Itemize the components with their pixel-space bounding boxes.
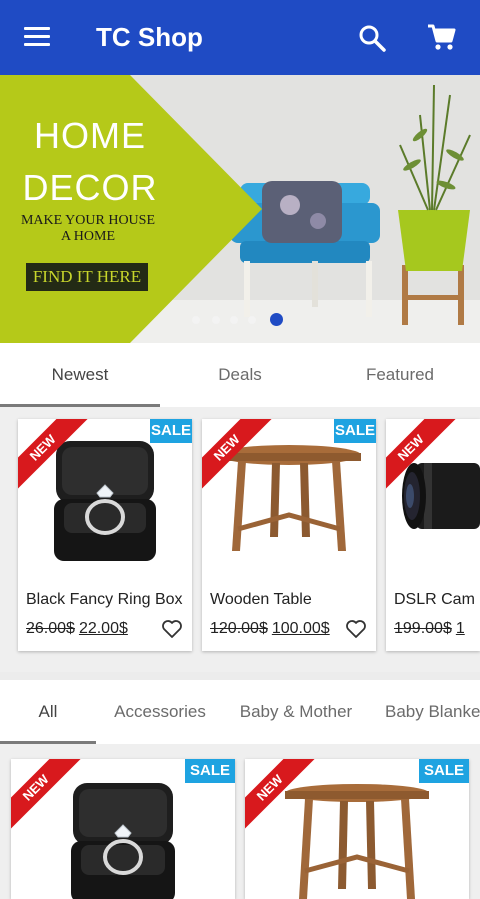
old-price: 26.00$ [26,620,75,637]
carousel-dot[interactable] [230,316,238,324]
active-tab-indicator [0,741,96,744]
carousel-dot[interactable] [192,316,200,324]
banner-subtitle: MAKE YOUR HOUSE A HOME [18,213,158,245]
product-price: 26.00$ 22.00$ [26,620,128,638]
sale-badge: SALE [419,759,469,783]
new-price: 1 [455,620,465,637]
sale-badge: SALE [185,759,235,783]
tab-accessories[interactable]: Accessories [96,680,224,744]
menu-icon[interactable] [24,26,50,48]
active-tab-indicator [0,404,160,407]
promo-banner[interactable]: HOME DECOR MAKE YOUR HOUSE A HOME FIND I… [0,75,480,343]
old-price: 120.00$ [210,620,268,637]
carousel-dot[interactable] [248,316,256,324]
heart-icon[interactable] [344,617,368,641]
product-price: 199.00$ 1 [394,620,465,638]
tab-deals[interactable]: Deals [160,343,320,407]
tab-newest[interactable]: Newest [0,343,160,407]
find-it-here-button[interactable]: FIND IT HERE [26,263,148,291]
heart-icon[interactable] [160,617,184,641]
tab-baby-mother[interactable]: Baby & Mother [224,680,368,744]
carousel-dot-active[interactable] [270,313,283,326]
sale-badge: SALE [334,419,376,443]
new-price: 100.00$ [271,620,330,637]
cart-icon[interactable] [426,22,456,52]
app-bar: TC Shop [0,0,480,75]
banner-headline-line1: HOME [34,115,146,156]
product-price: 120.00$ 100.00$ [210,620,330,638]
search-icon[interactable] [358,24,386,52]
product-card[interactable]: NEW SALE Wooden Table 120.00$ 100.00$ [202,419,376,651]
section-divider [0,672,480,680]
product-card[interactable]: NEW SALE [11,759,235,899]
old-price: 199.00$ [394,620,452,637]
category-tabs: All Accessories Baby & Mother Baby Blank… [0,680,480,744]
banner-subtitle-line2: A HOME [60,229,116,244]
product-name: Black Fancy Ring Box [26,591,183,608]
banner-headline-line2: DECOR [22,167,158,208]
tab-featured[interactable]: Featured [320,343,480,407]
tab-all[interactable]: All [0,680,96,744]
banner-subtitle-line1: MAKE YOUR HOUSE [20,213,156,228]
app-title: TC Shop [96,22,203,52]
featured-tabs: Newest Deals Featured [0,343,480,407]
carousel-dot[interactable] [212,316,220,324]
product-card[interactable]: NEW SALE Black Fancy Ring Box 26.00$ 22.0… [18,419,192,651]
sale-badge: SALE [150,419,192,443]
new-price: 22.00$ [78,620,128,637]
product-card[interactable]: NEW SALE [245,759,469,899]
product-card[interactable]: NEW DSLR Cam 199.00$ 1 [386,419,480,651]
product-name: DSLR Cam [394,591,475,608]
product-name: Wooden Table [210,591,312,608]
tab-baby-blanket[interactable]: Baby Blanke [372,680,480,744]
